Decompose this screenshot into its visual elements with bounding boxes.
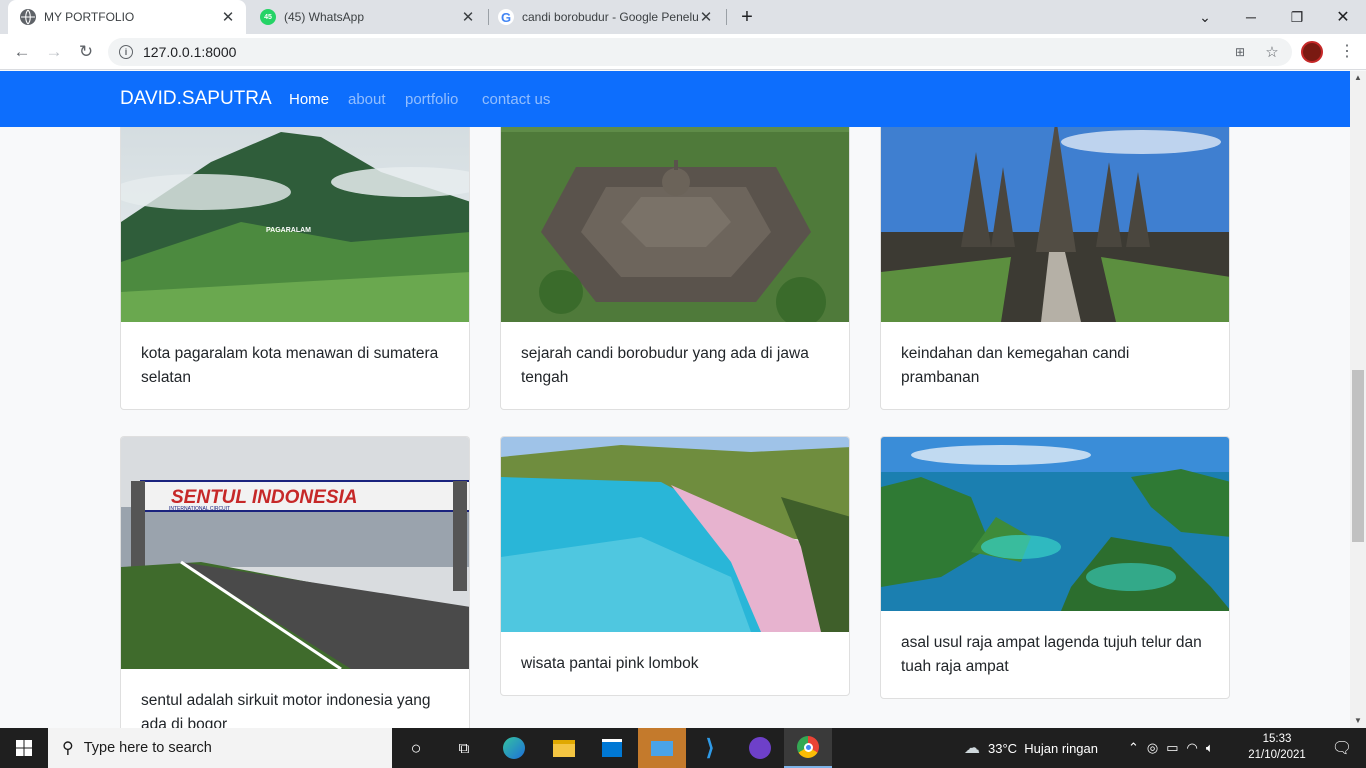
whatsapp-icon: 45: [260, 9, 276, 25]
restore-icon[interactable]: ❐: [1274, 0, 1320, 34]
url-text: 127.0.0.1:8000: [143, 44, 237, 60]
microsoft-store-icon[interactable]: [588, 728, 636, 768]
browser-toolbar: ← → ↻ i 127.0.0.1:8000 ⊞ ☆ ⋮: [0, 34, 1366, 70]
sentul-circuit-photo: SENTUL INDONESIA INTERNATIONAL CIRCUIT: [121, 437, 469, 669]
pink-beach-photo: [501, 437, 849, 632]
minimize-icon[interactable]: ─: [1228, 0, 1274, 34]
close-tab-icon[interactable]: ✕: [220, 8, 236, 26]
browser-tab-strip: MY PORTFOLIO ✕ 45 (45) WhatsApp ✕ G cand…: [0, 0, 1366, 34]
nav-link-home[interactable]: Home: [289, 91, 329, 108]
close-window-icon[interactable]: ✕: [1320, 0, 1366, 34]
volume-icon[interactable]: 🔈︎: [1206, 740, 1214, 756]
translate-icon[interactable]: ⊞: [1231, 43, 1249, 61]
tab-title: candi borobudur - Google Penelusuran: [522, 10, 698, 24]
search-icon: ⚲: [62, 740, 74, 757]
bookmark-star-icon[interactable]: ☆: [1263, 43, 1281, 61]
close-tab-icon[interactable]: ✕: [460, 8, 476, 26]
card-text: asal usul raja ampat lagenda tujuh telur…: [901, 634, 1202, 675]
tab-my-portfolio[interactable]: MY PORTFOLIO ✕: [8, 0, 246, 34]
card-text: sentul adalah sirkuit motor indonesia ya…: [141, 692, 431, 728]
forward-arrow-icon[interactable]: →: [42, 40, 66, 64]
weather-text: 33°C Hujan ringan: [988, 740, 1098, 756]
navbar-brand[interactable]: DAVID.SAPUTRA: [120, 88, 272, 110]
tab-search-chevron-icon[interactable]: ⌄: [1182, 0, 1228, 34]
weather-widget[interactable]: ☁ 33°C Hujan ringan: [964, 728, 1098, 768]
site-navbar: DAVID.SAPUTRA Home about portfolio conta…: [0, 71, 1350, 127]
file-explorer-icon[interactable]: [540, 728, 588, 768]
pagaralam-sign-text: PAGARALAM: [266, 227, 311, 234]
tab-title: (45) WhatsApp: [284, 10, 365, 24]
card-text: kota pagaralam kota menawan di sumatera …: [141, 345, 439, 386]
vscode-icon[interactable]: ⟩: [686, 728, 734, 768]
address-bar[interactable]: i 127.0.0.1:8000: [108, 38, 1292, 66]
menu-kebab-icon[interactable]: ⋮: [1338, 43, 1356, 61]
profile-avatar[interactable]: [1301, 41, 1323, 63]
tab-whatsapp[interactable]: 45 (45) WhatsApp ✕: [250, 0, 486, 34]
nav-link-about[interactable]: about: [348, 91, 386, 108]
card-pink-beach[interactable]: wisata pantai pink lombok: [500, 436, 850, 696]
nav-link-contact[interactable]: contact us: [482, 91, 550, 108]
reload-icon[interactable]: ↻: [74, 40, 98, 64]
sentul-sign-subtext: INTERNATIONAL CIRCUIT: [169, 506, 230, 512]
page-viewport: DAVID.SAPUTRA Home about portfolio conta…: [0, 71, 1366, 728]
close-tab-icon[interactable]: ✕: [698, 8, 714, 26]
tab-google-search[interactable]: G candi borobudur - Google Penelusuran ✕: [490, 0, 724, 34]
chevron-up-icon[interactable]: ⌃: [1128, 740, 1139, 756]
notifications-icon[interactable]: 🗨︎: [1318, 728, 1366, 768]
tab-divider: [488, 9, 489, 25]
sentul-sign-text: SENTUL INDONESIA: [171, 487, 358, 508]
edge-icon[interactable]: [490, 728, 538, 768]
new-tab-button[interactable]: +: [725, 0, 769, 34]
github-desktop-icon[interactable]: [736, 728, 784, 768]
clock-time: 15:33: [1262, 733, 1292, 745]
taskbar-search-box[interactable]: ⚲ Type here to search: [48, 728, 392, 768]
card-text: sejarah candi borobudur yang ada di jawa…: [521, 345, 809, 386]
scroll-up-arrow-icon[interactable]: ▲: [1350, 71, 1366, 85]
tab-title: MY PORTFOLIO: [44, 10, 135, 24]
windows-taskbar: ⚲ Type here to search ○ ⧉ ⟩ ☁ 33°C Hujan…: [0, 728, 1366, 768]
google-icon: G: [498, 9, 514, 25]
clock-date: 21/10/2021: [1248, 749, 1306, 761]
scroll-down-arrow-icon[interactable]: ▼: [1350, 714, 1366, 728]
page-scrollbar[interactable]: ▲ ▼: [1350, 71, 1366, 728]
wifi-icon[interactable]: ◠: [1187, 740, 1198, 756]
card-text: keindahan dan kemegahan candi prambanan: [901, 345, 1130, 386]
back-arrow-icon[interactable]: ←: [10, 40, 34, 64]
mail-icon[interactable]: [638, 728, 686, 768]
task-view-icon[interactable]: ⧉: [440, 728, 488, 768]
card-raja-ampat[interactable]: asal usul raja ampat lagenda tujuh telur…: [880, 436, 1230, 699]
clock[interactable]: 15:33 21/10/2021: [1244, 731, 1310, 763]
raja-ampat-photo: [881, 437, 1229, 611]
windows-start-icon[interactable]: [0, 728, 48, 768]
scrollbar-thumb[interactable]: [1352, 370, 1364, 542]
cortana-icon[interactable]: ○: [392, 728, 440, 768]
globe-icon: [20, 9, 36, 25]
search-placeholder: Type here to search: [83, 740, 212, 756]
system-tray: ⌃ ◎ ▭ ◠ 🔈︎: [1128, 728, 1214, 768]
site-info-icon[interactable]: i: [119, 45, 133, 59]
card-text: wisata pantai pink lombok: [521, 655, 699, 672]
meet-now-icon[interactable]: ◎: [1147, 740, 1158, 756]
nav-link-portfolio[interactable]: portfolio: [405, 91, 458, 108]
battery-icon[interactable]: ▭: [1166, 740, 1178, 756]
card-sentul[interactable]: SENTUL INDONESIA INTERNATIONAL CIRCUIT s…: [120, 436, 470, 728]
chrome-icon[interactable]: [784, 728, 832, 768]
weather-cloud-icon: ☁: [964, 740, 980, 757]
